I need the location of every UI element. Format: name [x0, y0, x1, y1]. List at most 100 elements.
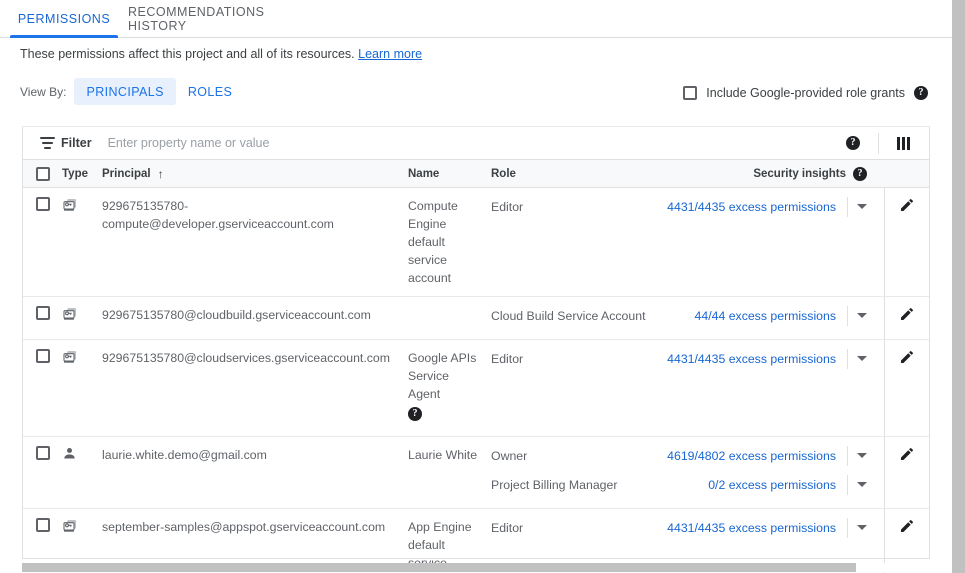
excess-permissions-link[interactable]: 44/44 excess permissions	[695, 307, 836, 325]
select-all-checkbox[interactable]	[36, 167, 50, 181]
row-type-cell	[62, 188, 102, 296]
row-name-help-icon[interactable]: ?	[408, 407, 422, 421]
row-edit-cell	[884, 297, 929, 339]
row-name-text: Compute Engine default service account	[408, 188, 491, 296]
view-by-label: View By:	[20, 85, 66, 99]
table-header-row: Type Principal ↑ Name Role Security insi…	[23, 160, 929, 188]
table-body: 929675135780-compute@developer.gservicea…	[23, 188, 929, 573]
row-edit-cell	[884, 437, 929, 508]
row-select-checkbox[interactable]	[36, 518, 50, 532]
row-role-cell: Editor 4431/4435 excess permissions	[491, 188, 884, 296]
header-name[interactable]: Name	[408, 168, 491, 180]
row-select-cell	[23, 188, 62, 296]
sort-ascending-icon[interactable]: ↑	[158, 168, 164, 180]
row-principal-text: 929675135780-compute@developer.gservicea…	[102, 188, 408, 242]
role-name: Editor	[491, 198, 523, 216]
header-security-insights: Security insights ?	[753, 167, 884, 181]
role-entry: Editor 4431/4435 excess permissions	[491, 513, 876, 542]
table-row[interactable]: 929675135780-compute@developer.gservicea…	[23, 188, 929, 297]
chevron-down-icon[interactable]	[848, 204, 876, 209]
row-name-cell	[408, 297, 491, 339]
role-insights-group: 4619/4802 excess permissions	[667, 446, 876, 466]
row-name-cell: Laurie White	[408, 437, 491, 508]
row-principal-text: laurie.white.demo@gmail.com	[102, 437, 408, 473]
tab-recommendations-history-label: RECOMMENDATIONS HISTORY	[128, 5, 316, 33]
row-name-text: Google APIs Service Agent?	[408, 340, 491, 430]
excess-permissions-link[interactable]: 4619/4802 excess permissions	[667, 447, 836, 465]
vertical-scrollbar-thumb[interactable]	[952, 0, 965, 573]
role-name: Editor	[491, 350, 523, 368]
row-edit-cell	[884, 340, 929, 436]
tab-recommendations-history[interactable]: RECOMMENDATIONS HISTORY	[128, 0, 316, 38]
header-type[interactable]: Type	[62, 168, 102, 180]
column-display-options-icon[interactable]	[897, 137, 910, 150]
header-principal-label: Principal	[102, 168, 151, 180]
chevron-down-icon[interactable]	[848, 356, 876, 361]
chevron-down-icon[interactable]	[848, 482, 876, 487]
service-account-icon	[62, 306, 78, 320]
row-principal-cell: 929675135780@cloudbuild.gserviceaccount.…	[102, 297, 408, 339]
include-google-role-grants-checkbox[interactable]	[683, 86, 697, 100]
view-by-group: View By: PRINCIPALS ROLES	[20, 78, 244, 105]
filter-bar: Filter ?	[23, 127, 929, 160]
row-role-cell: Cloud Build Service Account44/44 excess …	[491, 297, 884, 339]
excess-permissions-link[interactable]: 4431/4435 excess permissions	[667, 198, 836, 216]
tab-permissions-label: PERMISSIONS	[18, 12, 110, 26]
chevron-down-icon[interactable]	[848, 525, 876, 530]
header-name-label: Name	[408, 168, 439, 180]
edit-pencil-icon[interactable]	[899, 518, 915, 534]
filter-icon[interactable]	[40, 137, 55, 149]
table-row[interactable]: 929675135780@cloudservices.gserviceaccou…	[23, 340, 929, 437]
view-by-roles-button[interactable]: ROLES	[176, 78, 244, 105]
edit-pencil-icon[interactable]	[899, 349, 915, 365]
excess-permissions-link[interactable]: 0/2 excess permissions	[708, 476, 836, 494]
header-role-label: Role	[491, 168, 516, 180]
table-row[interactable]: laurie.white.demo@gmail.comLaurie WhiteO…	[23, 437, 929, 509]
help-icon[interactable]: ?	[914, 86, 928, 100]
role-name: Editor	[491, 519, 523, 537]
role-entry: Editor 4431/4435 excess permissions	[491, 344, 876, 373]
view-by-principals-button[interactable]: PRINCIPALS	[74, 78, 175, 105]
page-description: These permissions affect this project an…	[20, 47, 422, 61]
row-select-checkbox[interactable]	[36, 349, 50, 363]
row-name-cell: Compute Engine default service account	[408, 188, 491, 296]
header-principal[interactable]: Principal ↑	[102, 168, 408, 180]
row-select-checkbox[interactable]	[36, 446, 50, 460]
row-type-cell	[62, 437, 102, 508]
row-name-cell: Google APIs Service Agent?	[408, 340, 491, 436]
edit-pencil-icon[interactable]	[899, 446, 915, 462]
tab-permissions[interactable]: PERMISSIONS	[10, 0, 118, 38]
header-role[interactable]: Role Security insights ?	[491, 167, 884, 181]
table-bottom-border	[22, 558, 930, 559]
horizontal-scrollbar-thumb[interactable]	[22, 563, 856, 572]
edit-pencil-icon[interactable]	[899, 306, 915, 322]
chevron-down-icon[interactable]	[848, 313, 876, 318]
filter-input[interactable]	[106, 135, 846, 151]
toolbar-divider	[878, 133, 879, 154]
row-roles-list: Cloud Build Service Account44/44 excess …	[491, 297, 884, 339]
row-name-text	[408, 297, 491, 315]
edit-pencil-icon[interactable]	[899, 197, 915, 213]
row-principal-text: september-samples@appspot.gserviceaccoun…	[102, 509, 408, 545]
row-select-checkbox[interactable]	[36, 306, 50, 320]
page-description-text: These permissions affect this project an…	[20, 47, 355, 61]
table-row[interactable]: 929675135780@cloudbuild.gserviceaccount.…	[23, 297, 929, 340]
include-google-role-grants-label: Include Google-provided role grants	[706, 86, 905, 100]
role-name: Owner	[491, 447, 527, 465]
row-principal-cell: 929675135780-compute@developer.gservicea…	[102, 188, 408, 296]
row-type-cell	[62, 297, 102, 339]
row-roles-list: Editor 4431/4435 excess permissions	[491, 340, 884, 382]
learn-more-link[interactable]: Learn more	[358, 47, 422, 61]
filter-help-icon[interactable]: ?	[846, 136, 860, 150]
row-principal-text: 929675135780@cloudservices.gserviceaccou…	[102, 340, 408, 376]
row-roles-list: Editor 4431/4435 excess permissions	[491, 509, 884, 551]
excess-permissions-link[interactable]: 4431/4435 excess permissions	[667, 350, 836, 368]
security-insights-help-icon[interactable]: ?	[853, 167, 867, 181]
service-account-icon	[62, 197, 78, 211]
role-insights-group: 44/44 excess permissions	[695, 306, 876, 326]
row-role-cell: Editor 4431/4435 excess permissions	[491, 340, 884, 436]
row-principal-cell: 929675135780@cloudservices.gserviceaccou…	[102, 340, 408, 436]
row-select-checkbox[interactable]	[36, 197, 50, 211]
excess-permissions-link[interactable]: 4431/4435 excess permissions	[667, 519, 836, 537]
chevron-down-icon[interactable]	[848, 453, 876, 458]
